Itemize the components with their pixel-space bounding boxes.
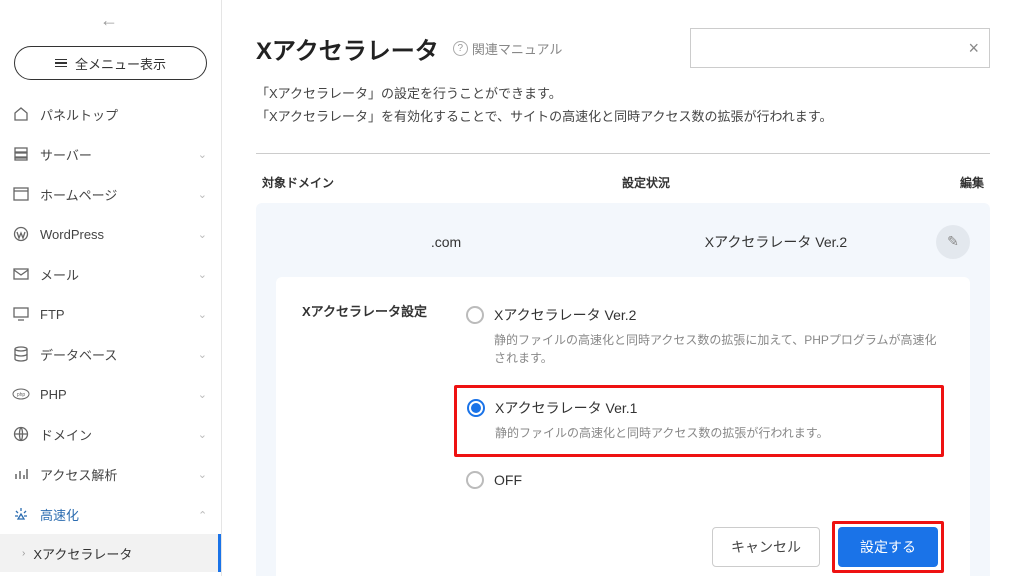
speed-icon: [12, 505, 30, 523]
chevron-right-icon: ›: [22, 548, 25, 559]
php-icon: php: [12, 385, 30, 403]
col-header-edit: 編集: [944, 174, 984, 191]
divider: [256, 153, 990, 154]
sidebar-subitem-x-accelerator[interactable]: › Xアクセラレータ: [0, 534, 221, 572]
status-value: Xアクセラレータ Ver.2: [616, 232, 936, 252]
wordpress-icon: [12, 225, 30, 243]
option-off[interactable]: OFF: [466, 465, 944, 503]
chevron-down-icon: ⌄: [198, 428, 207, 441]
browser-icon: [12, 185, 30, 203]
option-ver2[interactable]: Xアクセラレータ Ver.2 静的ファイルの高速化と同時アクセス数の拡張に加えて…: [466, 299, 944, 381]
home-icon: [12, 105, 30, 123]
radio-icon[interactable]: [466, 306, 484, 324]
database-icon: [12, 345, 30, 363]
monitor-icon: [12, 305, 30, 323]
chevron-down-icon: ⌄: [198, 268, 207, 281]
server-icon: [12, 145, 30, 163]
main-content: Xアクセラレータ ? 関連マニュアル × 「Xアクセラレータ」の設定を行うことが…: [222, 0, 1024, 576]
chart-icon: [12, 465, 30, 483]
sidebar-item-ftp[interactable]: FTP ⌄: [0, 294, 221, 334]
option-ver1[interactable]: Xアクセラレータ Ver.1 静的ファイルの高速化と同時アクセス数の拡張が行われ…: [454, 385, 944, 457]
manual-link[interactable]: ? 関連マニュアル: [453, 39, 563, 58]
globe-icon: [12, 425, 30, 443]
page-description: 「Xアクセラレータ」の設定を行うことができます。 「Xアクセラレータ」を有効化す…: [256, 82, 990, 129]
search-input[interactable]: [701, 41, 968, 56]
submit-button[interactable]: 設定する: [838, 527, 938, 567]
chevron-down-icon: ⌄: [198, 348, 207, 361]
sidebar-item-speed[interactable]: 高速化 ⌄: [0, 494, 221, 534]
sidebar-item-analytics[interactable]: アクセス解析 ⌄: [0, 454, 221, 494]
radio-icon[interactable]: [467, 399, 485, 417]
chevron-down-icon: ⌄: [198, 308, 207, 321]
sidebar-item-mail[interactable]: メール ⌄: [0, 254, 221, 294]
cancel-button[interactable]: キャンセル: [712, 527, 820, 567]
svg-text:php: php: [17, 392, 26, 398]
mail-icon: [12, 265, 30, 283]
chevron-down-icon: ⌄: [198, 468, 207, 481]
back-arrow-icon[interactable]: ←: [100, 10, 118, 31]
chevron-down-icon: ⌄: [198, 148, 207, 161]
sidebar-item-panel-top[interactable]: パネルトップ: [0, 94, 221, 134]
chevron-down-icon: ⌄: [198, 228, 207, 241]
col-header-domain: 対象ドメイン: [262, 174, 622, 191]
domain-panel: .com Xアクセラレータ Ver.2 ✎ Xアクセラレータ設定 Xアクセラレー…: [256, 203, 990, 576]
chevron-up-icon: ⌄: [198, 508, 207, 521]
all-menu-button[interactable]: 全メニュー表示: [14, 46, 207, 80]
sidebar-item-database[interactable]: データベース ⌄: [0, 334, 221, 374]
settings-card: Xアクセラレータ設定 Xアクセラレータ Ver.2 静的ファイルの高速化と同時ア…: [276, 277, 970, 576]
domain-value: .com: [276, 234, 616, 250]
setting-label: Xアクセラレータ設定: [302, 299, 442, 503]
sidebar: ← 全メニュー表示 パネルトップ サーバー ⌄ ホームページ ⌄ W: [0, 0, 222, 576]
sidebar-item-domain[interactable]: ドメイン ⌄: [0, 414, 221, 454]
col-header-status: 設定状況: [622, 174, 944, 191]
chevron-down-icon: ⌄: [198, 188, 207, 201]
sidebar-item-server[interactable]: サーバー ⌄: [0, 134, 221, 174]
radio-icon[interactable]: [466, 471, 484, 489]
question-icon: ?: [453, 41, 468, 56]
pencil-icon: ✎: [947, 233, 959, 250]
search-box[interactable]: ×: [690, 28, 990, 68]
all-menu-label: 全メニュー表示: [75, 54, 166, 73]
nav: パネルトップ サーバー ⌄ ホームページ ⌄ WordPress ⌄ メール ⌄: [0, 94, 221, 576]
sidebar-item-homepage[interactable]: ホームページ ⌄: [0, 174, 221, 214]
page-title: Xアクセラレータ: [256, 31, 439, 66]
sidebar-item-php[interactable]: php PHP ⌄: [0, 374, 221, 414]
edit-button[interactable]: ✎: [936, 225, 970, 259]
close-icon[interactable]: ×: [968, 38, 979, 59]
chevron-down-icon: ⌄: [198, 388, 207, 401]
hamburger-icon: [55, 59, 67, 68]
column-headers: 対象ドメイン 設定状況 編集: [256, 174, 990, 203]
sidebar-item-wordpress[interactable]: WordPress ⌄: [0, 214, 221, 254]
